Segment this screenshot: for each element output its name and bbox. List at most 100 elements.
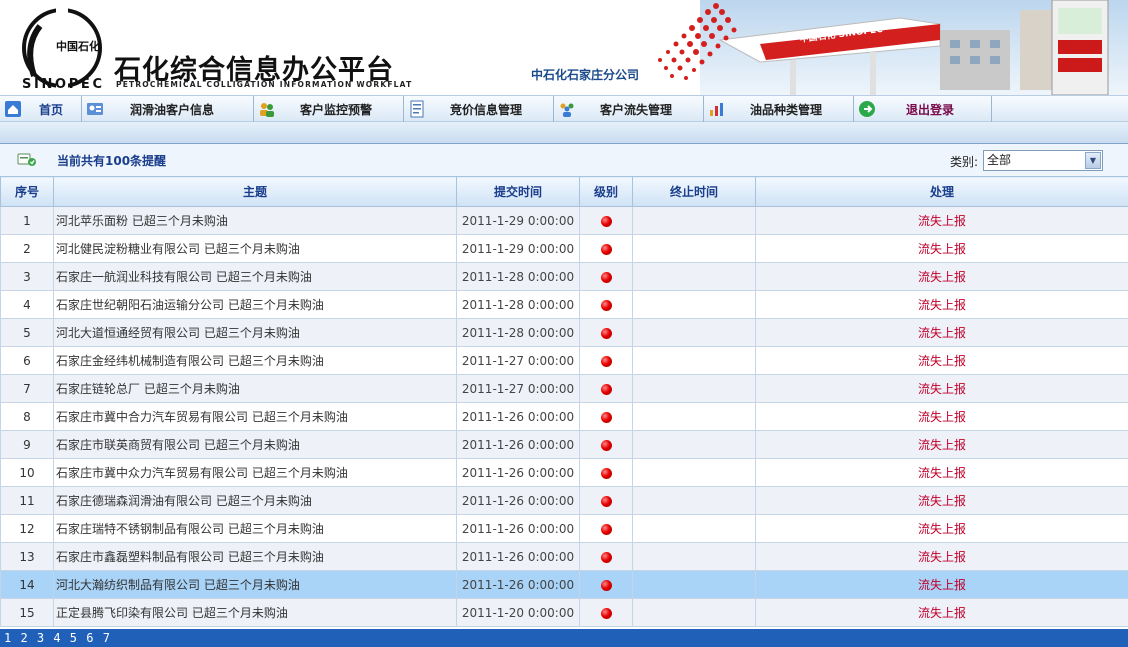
row-end-time: [632, 514, 756, 543]
chevron-down-icon[interactable]: ▼: [1085, 152, 1101, 169]
row-level: [579, 290, 633, 319]
table-body: 1 河北苹乐面粉 已超三个月未购油 2011-1-29 0:00:00 流失上报 2 河北…: [0, 206, 1128, 627]
row-action: 流失上报: [755, 458, 1128, 487]
row-end-time: [632, 570, 756, 599]
churn-report-link[interactable]: 流失上报: [918, 522, 966, 536]
churn-report-link[interactable]: 流失上报: [918, 298, 966, 312]
row-level: [579, 234, 633, 263]
row-submit-time: 2011-1-26 0:00:00: [456, 458, 580, 487]
row-level: [579, 206, 633, 235]
col-header-level[interactable]: 级别: [579, 176, 633, 207]
row-level: [579, 318, 633, 347]
row-action: 流失上报: [755, 486, 1128, 515]
row-action: 流失上报: [755, 430, 1128, 459]
row-action: 流失上报: [755, 542, 1128, 571]
row-topic: 石家庄市冀中合力汽车贸易有限公司 已超三个月未购油: [53, 402, 457, 431]
row-no: 15: [0, 598, 54, 627]
table-row[interactable]: 9 石家庄市联英商贸有限公司 已超三个月未购油 2011-1-26 0:00:00 流…: [0, 430, 1128, 459]
col-header-action[interactable]: 处理: [755, 176, 1128, 207]
main-nav: 首页 润滑油客户信息 客户监控预警 竞价信息管理 客户流失管理 油品种类管理 退…: [0, 95, 1128, 122]
col-header-topic[interactable]: 主题: [53, 176, 457, 207]
col-header-end-time[interactable]: 终止时间: [632, 176, 756, 207]
churn-report-link[interactable]: 流失上报: [918, 382, 966, 396]
row-submit-time: 2011-1-26 0:00:00: [456, 430, 580, 459]
nav-label-bidding-info: 竞价信息管理: [450, 102, 523, 117]
col-header-no[interactable]: 序号: [0, 176, 54, 207]
alert-level-dot-icon: [600, 607, 612, 619]
table-row[interactable]: 2 河北健民淀粉糖业有限公司 已超三个月未购油 2011-1-29 0:00:00 流…: [0, 234, 1128, 263]
row-level: [579, 402, 633, 431]
table-row[interactable]: 10 石家庄市冀中众力汽车贸易有限公司 已超三个月未购油 2011-1-26 0:0…: [0, 458, 1128, 487]
row-end-time: [632, 318, 756, 347]
alert-level-dot-icon: [600, 327, 612, 339]
row-level: [579, 542, 633, 571]
row-topic: 石家庄金经纬机械制造有限公司 已超三个月未购油: [53, 346, 457, 375]
row-end-time: [632, 374, 756, 403]
nav-item-home[interactable]: 首页: [0, 96, 82, 122]
churn-report-link[interactable]: 流失上报: [918, 606, 966, 620]
table-row[interactable]: 8 石家庄市冀中合力汽车贸易有限公司 已超三个月未购油 2011-1-26 0:00…: [0, 402, 1128, 431]
churn-report-link[interactable]: 流失上报: [918, 410, 966, 424]
table-header-row: 序号 主题 提交时间 级别 终止时间 处理: [0, 176, 1128, 207]
system-subtitle: PETROCHEMICAL COLLIGATION INFORMATION WO…: [116, 80, 413, 89]
row-action: 流失上报: [755, 402, 1128, 431]
row-no: 5: [0, 318, 54, 347]
nav-item-customer-churn[interactable]: 客户流失管理: [554, 96, 704, 122]
row-end-time: [632, 234, 756, 263]
col-header-submit-time[interactable]: 提交时间: [456, 176, 580, 207]
table-row[interactable]: 11 石家庄德瑞森润滑油有限公司 已超三个月未购油 2011-1-26 0:00:0…: [0, 486, 1128, 515]
churn-report-link[interactable]: 流失上报: [918, 494, 966, 508]
churn-report-link[interactable]: 流失上报: [918, 466, 966, 480]
alert-level-dot-icon: [600, 439, 612, 451]
row-submit-time: 2011-1-26 0:00:00: [456, 542, 580, 571]
table-row[interactable]: 6 石家庄金经纬机械制造有限公司 已超三个月未购油 2011-1-27 0:00:0…: [0, 346, 1128, 375]
table-row[interactable]: 14 河北大瀚纺织制品有限公司 已超三个月未购油 2011-1-26 0:00:00…: [0, 570, 1128, 599]
nav-label-lubricant-customers: 润滑油客户信息: [130, 102, 215, 117]
alert-level-dot-icon: [600, 551, 612, 563]
row-action: 流失上报: [755, 290, 1128, 319]
row-submit-time: 2011-1-20 0:00:00: [456, 598, 580, 627]
row-no: 14: [0, 570, 54, 599]
row-submit-time: 2011-1-26 0:00:00: [456, 570, 580, 599]
table-row[interactable]: 1 河北苹乐面粉 已超三个月未购油 2011-1-29 0:00:00 流失上报: [0, 206, 1128, 235]
row-topic: 石家庄世纪朝阳石油运输分公司 已超三个月未购油: [53, 290, 457, 319]
alert-level-dot-icon: [600, 215, 612, 227]
nav-label-logout: 退出登录: [906, 102, 955, 117]
churn-report-link[interactable]: 流失上报: [918, 242, 966, 256]
churn-report-link[interactable]: 流失上报: [918, 438, 966, 452]
row-level: [579, 514, 633, 543]
table-row[interactable]: 13 石家庄市鑫磊塑料制品有限公司 已超三个月未购油 2011-1-26 0:00:…: [0, 542, 1128, 571]
row-topic: 石家庄一航润业科技有限公司 已超三个月未购油: [53, 262, 457, 291]
row-end-time: [632, 430, 756, 459]
row-action: 流失上报: [755, 262, 1128, 291]
alert-level-dot-icon: [600, 467, 612, 479]
table-row[interactable]: 3 石家庄一航润业科技有限公司 已超三个月未购油 2011-1-28 0:00:00…: [0, 262, 1128, 291]
table-row[interactable]: 4 石家庄世纪朝阳石油运输分公司 已超三个月未购油 2011-1-28 0:00:0…: [0, 290, 1128, 319]
nav-label-oil-types: 油品种类管理: [750, 102, 823, 117]
churn-report-link[interactable]: 流失上报: [918, 550, 966, 564]
nav-item-customer-monitoring[interactable]: 客户监控预警: [254, 96, 404, 122]
table-row[interactable]: 7 石家庄链轮总厂 已超三个月未购油 2011-1-27 0:00:00 流失上报: [0, 374, 1128, 403]
row-level: [579, 430, 633, 459]
churn-report-link[interactable]: 流失上报: [918, 578, 966, 592]
row-level: [579, 570, 633, 599]
churn-report-link[interactable]: 流失上报: [918, 270, 966, 284]
table-row[interactable]: 15 正定县腾飞印染有限公司 已超三个月未购油 2011-1-20 0:00:00 流…: [0, 598, 1128, 627]
row-topic: 石家庄市联英商贸有限公司 已超三个月未购油: [53, 430, 457, 459]
nav-item-oil-types[interactable]: 油品种类管理: [704, 96, 854, 122]
users-monitor-icon: [260, 103, 274, 117]
row-level: [579, 374, 633, 403]
nav-item-logout[interactable]: 退出登录: [854, 96, 992, 122]
churn-report-link[interactable]: 流失上报: [918, 326, 966, 340]
churn-report-link[interactable]: 流失上报: [918, 214, 966, 228]
table-row[interactable]: 5 河北大道恒通经贸有限公司 已超三个月未购油 2011-1-28 0:00:00 流…: [0, 318, 1128, 347]
nav-item-lubricant-customers[interactable]: 润滑油客户信息: [82, 96, 254, 122]
row-no: 7: [0, 374, 54, 403]
table-row[interactable]: 12 石家庄瑞特不锈钢制品有限公司 已超三个月未购油 2011-1-26 0:00:…: [0, 514, 1128, 543]
category-select[interactable]: 全部 ▼: [983, 150, 1103, 171]
row-level: [579, 346, 633, 375]
nav-item-bidding-info[interactable]: 竞价信息管理: [404, 96, 554, 122]
row-submit-time: 2011-1-27 0:00:00: [456, 346, 580, 375]
churn-report-link[interactable]: 流失上报: [918, 354, 966, 368]
row-topic: 正定县腾飞印染有限公司 已超三个月未购油: [53, 598, 457, 627]
